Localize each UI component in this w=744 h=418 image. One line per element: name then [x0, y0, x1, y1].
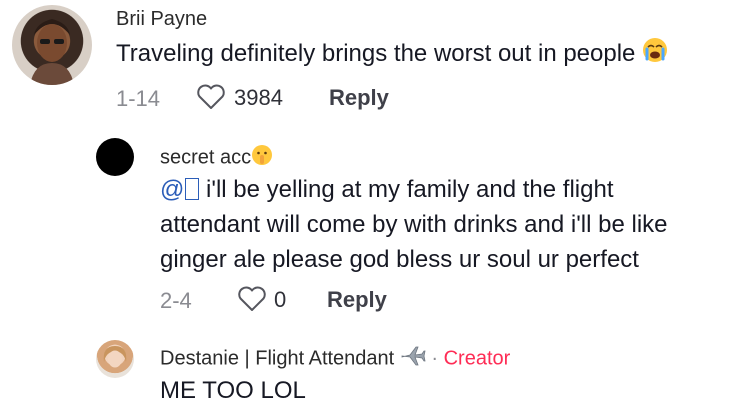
comment-author[interactable]: Brii Payne: [116, 8, 207, 31]
unknown-glyph-icon: [185, 178, 200, 200]
avatar-photo-icon: [103, 346, 127, 368]
avatar[interactable]: [96, 340, 134, 378]
like-button[interactable]: 3984: [196, 82, 296, 112]
like-count: 0: [274, 287, 287, 312]
like-count: 3984: [234, 85, 283, 110]
comment-text: ME TOO LOL: [160, 377, 306, 404]
avatar[interactable]: [96, 138, 134, 176]
comment-author[interactable]: Destanie | Flight Attendant · Creator: [160, 345, 510, 373]
comment-text: @ i'll be yelling at my family and the f…: [160, 176, 668, 273]
like-button[interactable]: 0: [237, 284, 297, 314]
heart-icon: [196, 84, 226, 115]
loudly-crying-face-icon: [642, 37, 668, 73]
reply-button[interactable]: Reply: [327, 287, 387, 313]
reply-button[interactable]: Reply: [329, 85, 389, 111]
comment-date: 2-4: [160, 288, 192, 313]
heart-icon: [237, 286, 267, 317]
avatar-photo-icon: [30, 19, 74, 85]
avatar[interactable]: [12, 5, 92, 85]
mention-link[interactable]: @: [160, 176, 200, 203]
comment-author[interactable]: secret acc: [160, 144, 273, 172]
shushing-face-icon: [251, 144, 273, 172]
comment-item: Brii Payne Traveling definitely brings t…: [0, 0, 744, 125]
reply-item: secret acc @ i'll be yelling at my famil…: [0, 130, 744, 330]
creator-badge: Creator: [443, 347, 511, 370]
reply-item: Destanie | Flight Attendant · Creator ME…: [0, 336, 744, 418]
comment-date: 1-14: [116, 86, 161, 111]
comment-text: Traveling definitely brings the worst ou…: [116, 36, 668, 73]
airplane-icon: [400, 345, 426, 373]
